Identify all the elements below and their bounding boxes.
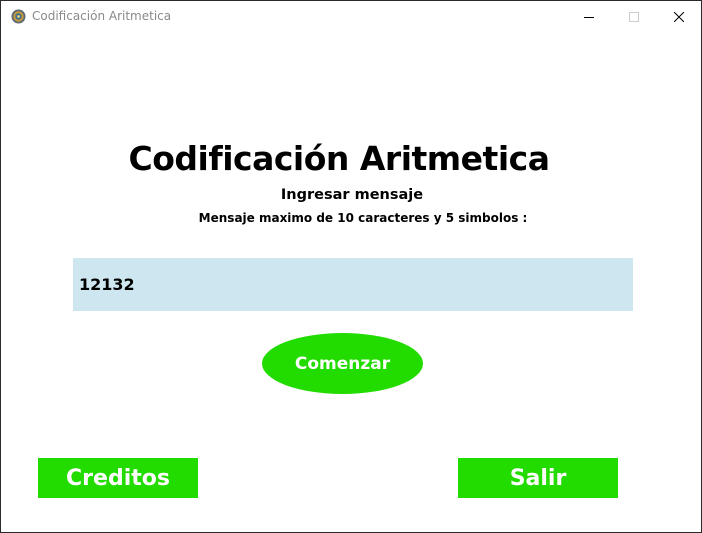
start-button[interactable]: Comenzar xyxy=(262,333,423,394)
minimize-button[interactable] xyxy=(566,1,612,32)
exit-button[interactable]: Salir xyxy=(458,458,618,498)
app-window: Codificación Aritmetica Codificación Ari… xyxy=(0,0,702,533)
credits-button[interactable]: Creditos xyxy=(38,458,198,498)
input-constraints-label: Mensaje maximo de 10 caracteres y 5 simb… xyxy=(198,211,528,225)
window-title: Codificación Aritmetica xyxy=(32,9,172,23)
minimize-icon xyxy=(584,7,594,26)
close-icon xyxy=(673,7,685,26)
title-bar[interactable]: Codificación Aritmetica xyxy=(1,1,701,32)
maximize-button[interactable] xyxy=(611,1,657,32)
input-prompt-label: Ingresar mensaje xyxy=(280,187,424,203)
maximize-icon xyxy=(629,7,639,26)
page-title: Codificación Aritmetica xyxy=(128,139,550,178)
app-globe-icon xyxy=(11,9,26,24)
message-input[interactable] xyxy=(73,258,633,311)
close-button[interactable] xyxy=(656,1,701,32)
